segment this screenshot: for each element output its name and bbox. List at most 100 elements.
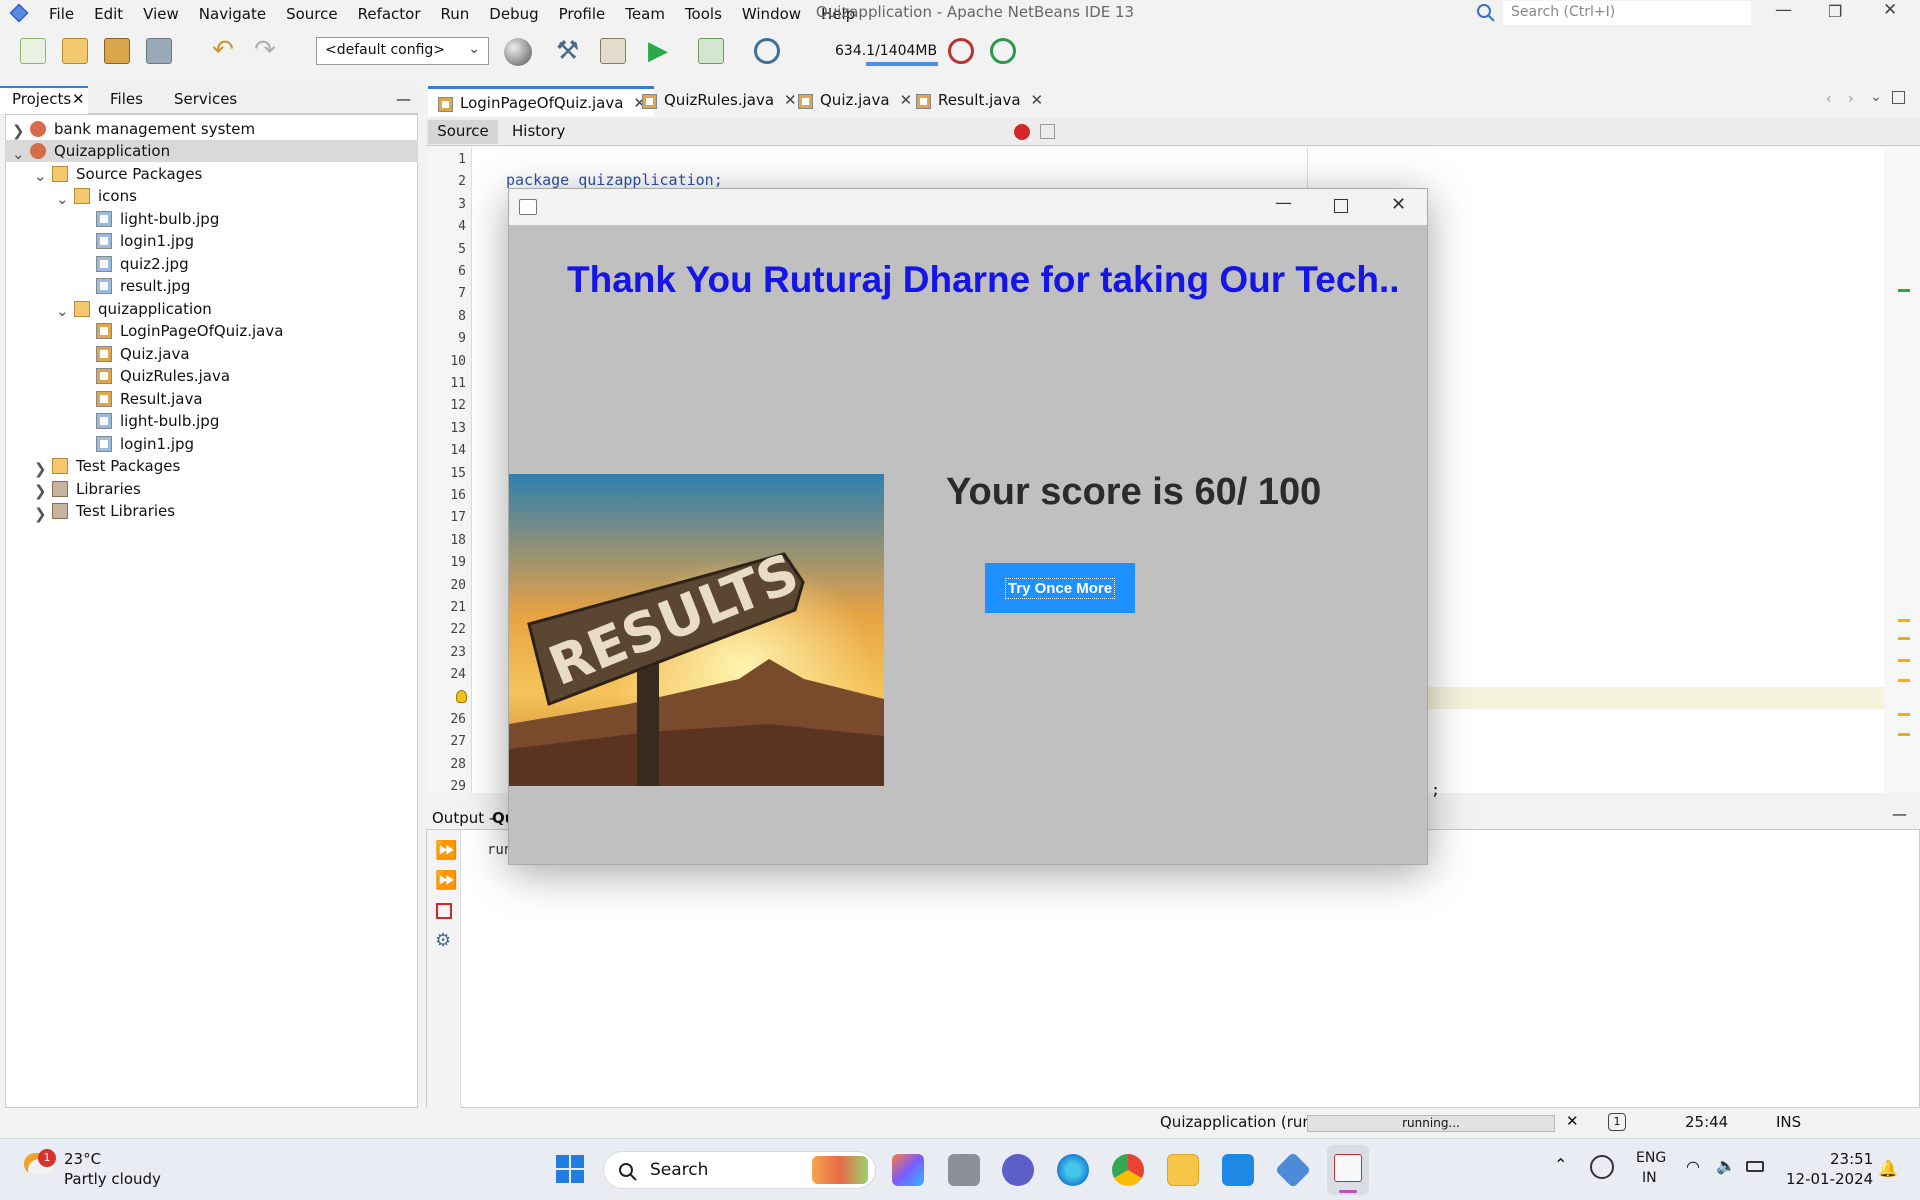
clock-time[interactable]: 23:51 [1830,1150,1873,1168]
profile-icon[interactable] [754,38,780,64]
maximize-icon[interactable] [1334,199,1348,213]
tree-item-source-packages[interactable]: Source Packages [52,164,202,184]
expand-arrow-icon[interactable]: ❯ [34,459,47,479]
collapse-arrow-icon[interactable]: ⌄ [56,301,69,321]
tree-item-file[interactable]: LoginPageOfQuiz.java [96,321,283,341]
tree-item-package[interactable]: icons [74,186,137,206]
stop-run-icon[interactable] [436,903,452,919]
expand-arrow-icon[interactable]: ❯ [34,481,47,501]
tab-files[interactable]: Files [110,90,143,108]
tab-result[interactable]: Result.java ✕ [906,86,1051,116]
collapse-arrow-icon[interactable]: ⌄ [12,144,25,164]
tree-item-file[interactable]: login1.jpg [96,434,194,454]
notification-bell-icon[interactable]: 🔔 [1878,1159,1898,1178]
clock-date[interactable]: 12-01-2024 [1786,1170,1873,1188]
snapshot-icon[interactable] [990,38,1016,64]
tab-scroll-right-icon[interactable]: › [1848,91,1854,107]
chrome-browser-icon[interactable] [1112,1154,1144,1186]
tree-item-file[interactable]: QuizRules.java [96,366,230,386]
notifications-icon[interactable]: 1 [1608,1113,1626,1131]
memory-indicator[interactable]: 634.1/1404MB [835,43,937,59]
open-project-icon[interactable] [104,38,130,64]
restore-icon[interactable]: ❐ [1828,2,1842,21]
wifi-icon[interactable]: ◠ [1686,1157,1700,1176]
stop-macro-icon[interactable] [1040,124,1055,139]
expand-arrow-icon[interactable]: ❯ [34,504,47,524]
settings-icon[interactable]: ⚙ [435,930,451,951]
java-app-taskbar-active[interactable] [1327,1145,1369,1195]
globe-icon[interactable] [504,38,532,66]
minimize-icon[interactable]: — [1275,193,1292,213]
ide-search-input[interactable]: Search (Ctrl+I) [1503,1,1751,25]
line-number-gutter: 1 2 3 4 5 6 7 8 9 10 11 12 13 14 15 16 17 18 19 20 21 22 23 24 2… [426,147,472,794]
redo-icon[interactable]: ↷ [252,37,278,64]
tab-scroll-left-icon[interactable]: ‹ [1826,91,1832,107]
edge-browser-icon[interactable] [1057,1154,1089,1186]
tab-projects[interactable]: Projects [12,90,71,108]
tree-item-package[interactable]: quizapplication [74,299,212,319]
tree-item-file[interactable]: Quiz.java [96,344,190,364]
tab-projects-close-icon[interactable]: ✕ [72,90,85,108]
collapse-arrow-icon[interactable]: ⌄ [34,166,47,186]
rerun-with-params-icon[interactable]: ⏩ [435,870,457,891]
close-icon[interactable]: ✕ [1883,0,1897,20]
tree-item-file[interactable]: light-bulb.jpg [96,411,219,431]
record-macro-icon[interactable] [1014,124,1030,140]
tree-item-project[interactable]: bank management system [30,119,255,139]
taskbar-search[interactable]: Search [603,1151,876,1189]
show-hidden-icons[interactable]: ⌃ [1554,1155,1567,1174]
teams-chat-icon[interactable] [1002,1154,1034,1186]
sync-icon[interactable] [1590,1155,1614,1179]
close-icon[interactable]: ✕ [1391,194,1406,215]
tab-quizrules[interactable]: QuizRules.java ✕ [632,86,805,116]
vscode-icon[interactable] [1222,1154,1254,1186]
volume-icon[interactable]: 🔈 [1716,1156,1736,1175]
tree-item-test-libraries[interactable]: Test Libraries [52,501,175,521]
weather-desc[interactable]: Partly cloudy [64,1170,161,1188]
cancel-progress-icon[interactable]: ✕ [1566,1112,1579,1130]
hint-lightbulb-icon[interactable] [456,689,467,703]
tab-loginpageofquiz[interactable]: LoginPageOfQuiz.java ✕ [428,86,654,116]
tab-source[interactable]: Source [428,120,498,144]
tree-item-file[interactable]: light-bulb.jpg [96,209,219,229]
language-bottom[interactable]: IN [1642,1170,1657,1186]
tree-item-libraries[interactable]: Libraries [52,479,141,499]
clean-build-icon[interactable] [600,38,626,64]
maximize-editor-icon[interactable] [1892,91,1905,104]
try-once-more-button[interactable]: Try Once More [985,563,1135,613]
tree-item-file[interactable]: login1.jpg [96,231,194,251]
copilot-icon[interactable] [892,1154,924,1186]
weather-temp[interactable]: 23°C [64,1150,101,1168]
netbeans-taskbar-icon[interactable] [1274,1151,1312,1189]
collapse-arrow-icon[interactable]: ⌄ [56,189,69,209]
minimize-panel-icon[interactable]: — [1892,805,1907,823]
expand-arrow-icon[interactable]: ❯ [12,121,25,141]
tab-services[interactable]: Services [174,90,237,108]
tree-item-file[interactable]: quiz2.jpg [96,254,189,274]
tab-history[interactable]: History [512,122,565,140]
debug-icon[interactable] [698,38,724,64]
tree-item-project[interactable]: Quizapplication [30,141,170,161]
battery-icon[interactable] [1746,1161,1764,1172]
tree-item-file[interactable]: result.jpg [96,276,190,296]
minimize-panel-icon[interactable]: — [396,90,411,108]
new-project-icon[interactable] [62,38,88,64]
file-explorer-icon[interactable] [1167,1154,1199,1186]
language-top[interactable]: ENG [1636,1150,1666,1166]
run-icon[interactable]: ▶ [648,38,674,64]
build-hammer-icon[interactable]: ⚒ [556,38,582,64]
minimize-icon[interactable]: — [1775,0,1792,20]
tab-list-icon[interactable]: ⌄ [1870,89,1882,105]
close-tab-icon[interactable]: ✕ [1031,91,1044,109]
save-all-icon[interactable] [146,38,172,64]
undo-icon[interactable]: ↶ [210,37,236,64]
tree-item-test-packages[interactable]: Test Packages [52,456,180,476]
new-file-icon[interactable] [20,38,46,64]
task-view-icon[interactable] [948,1154,980,1186]
tab-quiz[interactable]: Quiz.java ✕ [788,86,920,116]
windows-start-icon[interactable] [556,1155,584,1183]
rerun-icon[interactable]: ⏩ [435,840,457,861]
gc-icon[interactable] [948,38,974,64]
tree-item-file[interactable]: Result.java [96,389,203,409]
config-select[interactable]: <default config> ⌄ [316,37,489,65]
